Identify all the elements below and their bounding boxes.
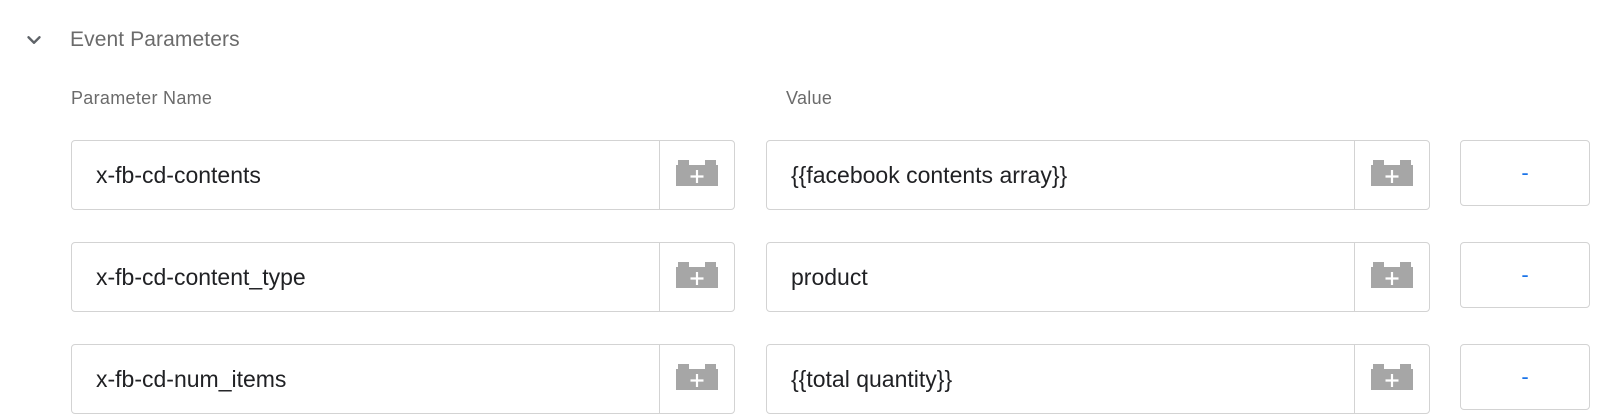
parameter-value[interactable]: product	[767, 243, 1354, 311]
parameter-value[interactable]: {{facebook contents array}}	[767, 141, 1354, 209]
variable-picker-button[interactable]	[1354, 243, 1429, 311]
variable-picker-button[interactable]	[659, 345, 734, 413]
variable-picker-button[interactable]	[1354, 345, 1429, 413]
remove-row-button[interactable]: -	[1460, 344, 1590, 410]
parameter-value-field[interactable]: {{total quantity}}	[766, 344, 1430, 414]
parameter-value[interactable]: {{total quantity}}	[767, 345, 1354, 413]
add-variable-icon	[1371, 261, 1413, 293]
parameter-name-value[interactable]: x-fb-cd-num_items	[72, 345, 659, 413]
parameter-row: x-fb-cd-num_items {{total quantity}} -	[0, 344, 1600, 416]
parameter-name-label: Parameter Name	[71, 88, 213, 108]
parameter-row: x-fb-cd-content_type product -	[0, 242, 1600, 314]
parameter-name-value[interactable]: x-fb-cd-content_type	[72, 243, 659, 311]
section-title: Event Parameters	[70, 28, 240, 51]
parameter-value-field[interactable]: {{facebook contents array}}	[766, 140, 1430, 210]
parameter-name-field[interactable]: x-fb-cd-content_type	[71, 242, 735, 312]
value-label: Value	[786, 88, 833, 108]
add-variable-icon	[676, 261, 718, 293]
section-toggle[interactable]: Event Parameters	[18, 22, 240, 58]
parameter-row: x-fb-cd-contents {{facebook contents arr…	[0, 140, 1600, 212]
chevron-down-icon[interactable]	[18, 24, 50, 56]
parameter-value-field[interactable]: product	[766, 242, 1430, 312]
add-variable-icon	[676, 159, 718, 191]
parameter-name-value[interactable]: x-fb-cd-contents	[72, 141, 659, 209]
variable-picker-button[interactable]	[659, 141, 734, 209]
remove-row-button[interactable]: -	[1460, 140, 1590, 206]
variable-picker-button[interactable]	[659, 243, 734, 311]
add-variable-icon	[1371, 159, 1413, 191]
parameter-name-field[interactable]: x-fb-cd-num_items	[71, 344, 735, 414]
add-variable-icon	[676, 363, 718, 395]
remove-row-button[interactable]: -	[1460, 242, 1590, 308]
variable-picker-button[interactable]	[1354, 141, 1429, 209]
add-variable-icon	[1371, 363, 1413, 395]
parameter-name-field[interactable]: x-fb-cd-contents	[71, 140, 735, 210]
